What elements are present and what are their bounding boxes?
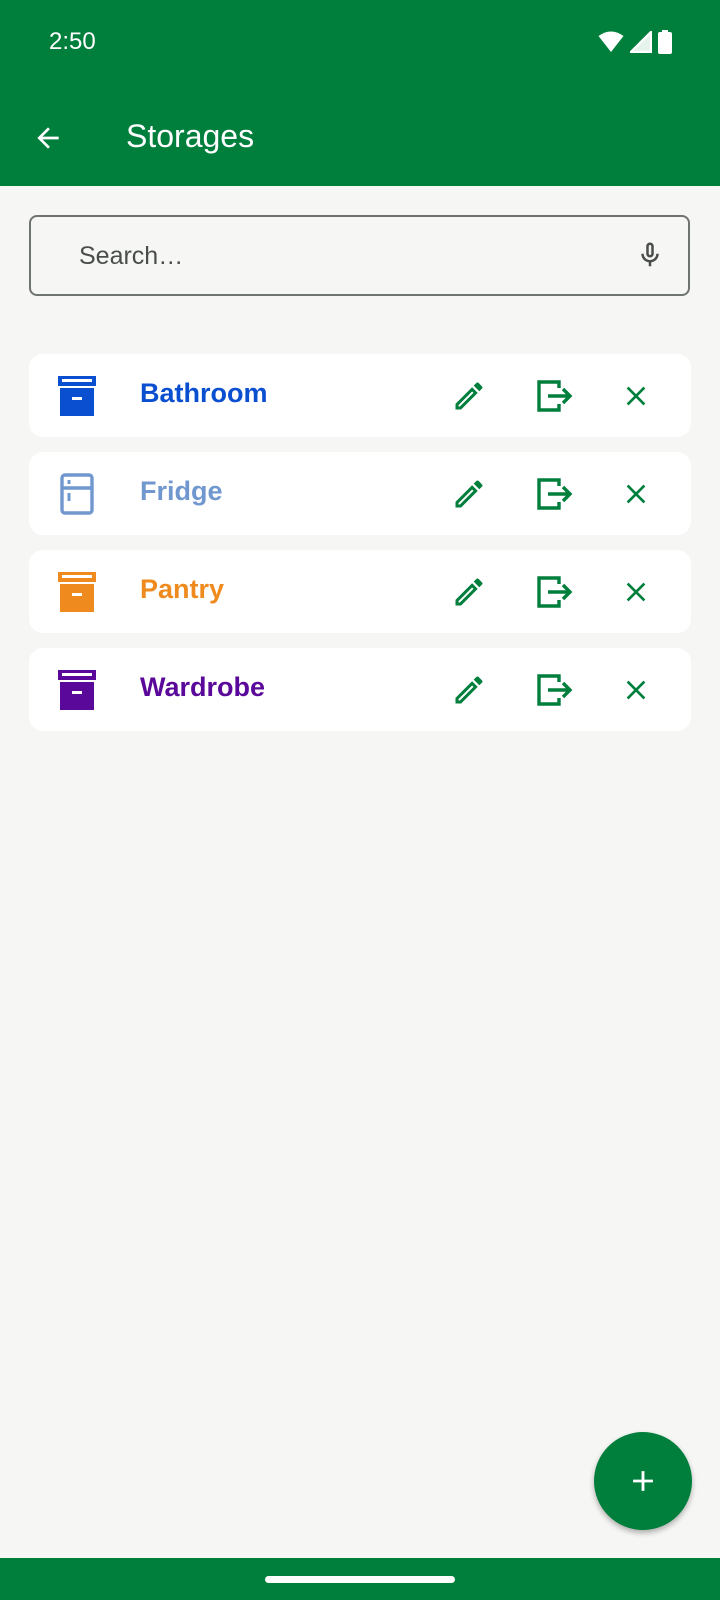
storage-row-wardrobe[interactable]: Wardrobe <box>29 648 691 731</box>
close-icon <box>626 484 646 504</box>
close-icon <box>626 680 646 700</box>
voice-search-button[interactable] <box>630 235 670 275</box>
pencil-icon <box>455 676 483 704</box>
move-button[interactable] <box>531 568 579 616</box>
close-icon <box>626 386 646 406</box>
storage-name: Wardrobe <box>140 672 266 702</box>
pencil-icon <box>455 382 483 410</box>
microphone-icon <box>641 242 659 267</box>
edit-button[interactable] <box>445 372 493 420</box>
move-button[interactable] <box>531 666 579 714</box>
back-button[interactable] <box>24 114 72 162</box>
wifi-icon <box>598 31 624 58</box>
add-storage-button[interactable] <box>594 1432 692 1530</box>
storage-name: Fridge <box>140 476 223 506</box>
fridge-icon <box>55 472 99 516</box>
storage-row-fridge[interactable]: Fridge <box>29 452 691 535</box>
plus-icon <box>633 1471 653 1491</box>
delete-button[interactable] <box>612 666 660 714</box>
app-bar: Storages <box>0 88 720 186</box>
move-button[interactable] <box>531 470 579 518</box>
status-time: 2:50 <box>49 28 96 55</box>
delete-button[interactable] <box>612 470 660 518</box>
battery-icon <box>658 30 672 59</box>
edit-button[interactable] <box>445 568 493 616</box>
storage-name: Pantry <box>140 574 225 604</box>
archive-box-icon <box>55 668 99 712</box>
delete-button[interactable] <box>612 568 660 616</box>
page-title: Storages <box>126 118 255 154</box>
archive-box-icon <box>55 374 99 418</box>
exit-arrow-icon <box>537 674 573 706</box>
edit-button[interactable] <box>445 470 493 518</box>
storage-name: Bathroom <box>140 378 268 408</box>
move-button[interactable] <box>531 372 579 420</box>
status-icons <box>598 29 672 59</box>
navigation-bar <box>0 1558 720 1600</box>
cellular-signal-icon <box>628 29 653 58</box>
exit-arrow-icon <box>537 380 573 412</box>
close-icon <box>626 582 646 602</box>
archive-box-icon <box>55 570 99 614</box>
pencil-icon <box>455 578 483 606</box>
storage-row-bathroom[interactable]: Bathroom <box>29 354 691 437</box>
arrow-back-icon <box>37 127 59 149</box>
status-bar: 2:50 <box>0 0 720 88</box>
edit-button[interactable] <box>445 666 493 714</box>
pencil-icon <box>455 480 483 508</box>
search-input[interactable] <box>77 217 621 296</box>
delete-button[interactable] <box>612 372 660 420</box>
search-field[interactable] <box>29 215 690 296</box>
exit-arrow-icon <box>537 576 573 608</box>
exit-arrow-icon <box>537 478 573 510</box>
storage-list: Bathroom Fridge Pantry Wardrobe <box>29 354 691 746</box>
home-gesture-handle[interactable] <box>265 1576 455 1583</box>
storage-row-pantry[interactable]: Pantry <box>29 550 691 633</box>
